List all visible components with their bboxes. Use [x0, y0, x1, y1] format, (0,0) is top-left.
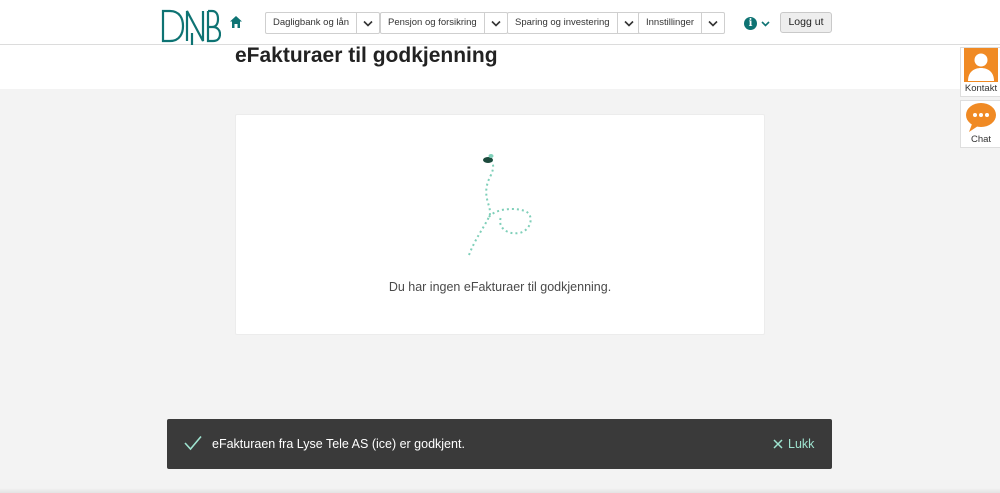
nav-pensjon-label: Pensjon og forsikring: [388, 17, 477, 28]
nav-sparing-label: Sparing og investering: [515, 17, 610, 28]
empty-state-message: Du har ingen eFakturaer til godkjenning.: [388, 280, 612, 294]
contact-widget[interactable]: Kontakt: [960, 47, 1000, 97]
toast-close-label: Lukk: [788, 437, 815, 451]
nav-innstillinger[interactable]: Innstillinger: [638, 12, 726, 34]
nav-innstillinger-label: Innstillinger: [646, 17, 695, 28]
info-chevron-down-icon[interactable]: [761, 21, 770, 27]
person-icon: [964, 48, 998, 82]
page-title: eFakturaer til godkjenning: [235, 44, 498, 67]
chevron-down-icon[interactable]: [356, 13, 379, 33]
nav-sparing[interactable]: Sparing og investering: [507, 12, 641, 34]
checkmark-icon: [184, 435, 202, 451]
bottom-edge: [0, 488, 1000, 493]
chat-widget[interactable]: Chat: [960, 100, 1000, 148]
nav-pensjon[interactable]: Pensjon og forsikring: [380, 12, 508, 34]
toast-close-button[interactable]: Lukk: [773, 437, 814, 451]
logout-button[interactable]: Logg ut: [780, 12, 832, 33]
toast-message: eFakturaen fra Lyse Tele AS (ice) er god…: [212, 437, 465, 451]
home-icon[interactable]: [229, 15, 243, 29]
title-band: [0, 45, 1000, 89]
chat-label: Chat: [970, 134, 992, 145]
top-header: Dagligbank og lån Pensjon og forsikring …: [0, 0, 1000, 45]
success-toast: eFakturaen fra Lyse Tele AS (ice) er god…: [167, 419, 832, 469]
contact-label: Kontakt: [964, 83, 998, 94]
nav-dagligbank[interactable]: Dagligbank og lån: [265, 12, 381, 34]
chevron-down-icon[interactable]: [701, 13, 724, 33]
flying-bug-illustration: [468, 154, 532, 256]
chat-bubble-icon: [966, 103, 996, 132]
dnb-logo[interactable]: [161, 9, 221, 45]
chevron-down-icon[interactable]: [483, 13, 507, 33]
chevron-down-icon[interactable]: [616, 13, 640, 33]
nav-dagligbank-label: Dagligbank og lån: [273, 17, 350, 28]
empty-state-card: Du har ingen eFakturaer til godkjenning.: [235, 114, 765, 335]
info-icon[interactable]: i: [744, 17, 757, 30]
close-icon: [773, 439, 783, 449]
